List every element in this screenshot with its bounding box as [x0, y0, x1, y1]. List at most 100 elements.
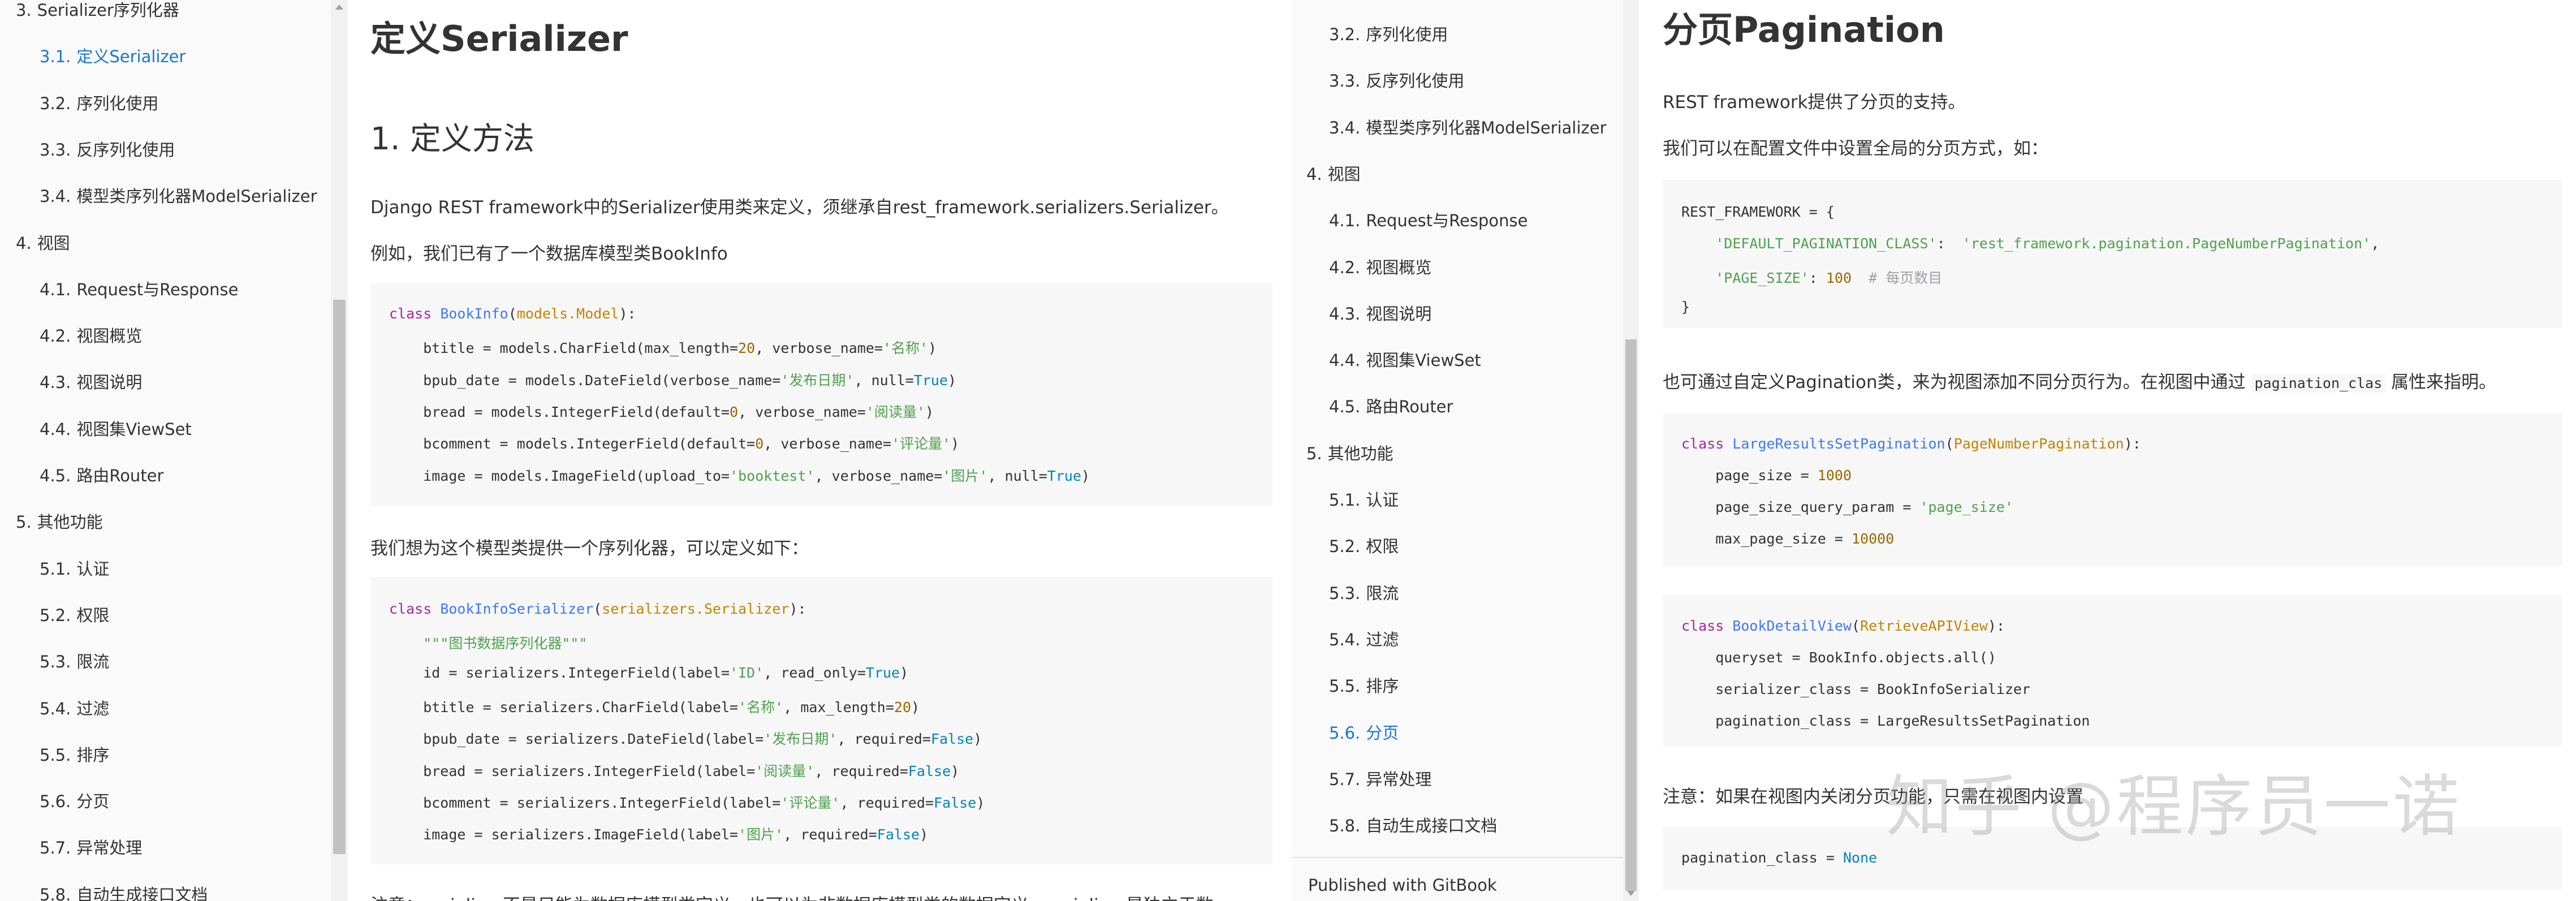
toc-item-number: 4.4. — [1329, 351, 1361, 370]
toc-item[interactable]: 4.2. 视图概览 — [40, 323, 142, 347]
toc-item-number: 3.4. — [40, 187, 71, 206]
toc-item-number: 3. — [16, 1, 32, 20]
code-line: bcomment = serializers.IntegerField(labe… — [389, 794, 985, 811]
toc-item[interactable]: 4.3. 视图说明 — [40, 369, 142, 393]
toc-item[interactable]: 5.4. 过滤 — [1329, 627, 1399, 650]
code-line: class BookDetailView(RetrieveAPIView): — [1681, 618, 2005, 634]
code-line: serializer_class = BookInfoSerializer — [1681, 681, 2031, 697]
toc-item-label: 自动生成接口文档 — [1366, 816, 1498, 836]
toc-item[interactable]: 5.3. 限流 — [40, 649, 109, 672]
toc-item[interactable]: 5. 其他功能 — [1306, 441, 1393, 464]
toc-item-label: 异常处理 — [1366, 769, 1432, 789]
code-block-rest-framework-settings: REST_FRAMEWORK = { 'DEFAULT_PAGINATION_C… — [1663, 180, 2562, 328]
toc-item[interactable]: 5. 其他功能 — [16, 509, 103, 533]
toc-item-number: 4. — [1306, 164, 1322, 184]
left-sidebar-scrollbar[interactable] — [331, 0, 348, 901]
toc-item[interactable]: 3.3. 反序列化使用 — [1329, 68, 1464, 92]
toc-item-label: 反序列化使用 — [1366, 71, 1465, 91]
scroll-up-arrow-icon[interactable] — [335, 5, 343, 10]
toc-item-number: 5.3. — [1329, 583, 1361, 603]
toc-item[interactable]: 5.1. 认证 — [40, 556, 109, 580]
code-line: bcomment = models.IntegerField(default=0… — [389, 436, 960, 452]
toc-item-number: 5.6. — [40, 792, 71, 812]
gitbook-link[interactable]: Published with GitBook — [1308, 876, 1497, 895]
toc-item-label: 分页 — [76, 792, 110, 812]
toc-item[interactable]: 4.3. 视图说明 — [1329, 301, 1431, 325]
toc-item[interactable]: 4. 视图 — [16, 230, 70, 254]
toc-item-label: 权限 — [1366, 537, 1399, 557]
toc-item[interactable]: 4.1. Request与Response — [1329, 208, 1528, 231]
toc-item[interactable]: 4.2. 视图概览 — [1329, 255, 1431, 278]
toc-item[interactable]: 3.2. 序列化使用 — [1329, 21, 1448, 45]
code-line: pagination_class = LargeResultsSetPagina… — [1681, 713, 2090, 729]
toc-item-label: 序列化使用 — [76, 93, 159, 113]
paragraph-serializer-intro: 我们想为这个模型类提供一个序列化器，可以定义如下： — [370, 538, 809, 559]
toc-item[interactable]: 3.3. 反序列化使用 — [40, 137, 175, 161]
toc-item-number: 5.8. — [40, 885, 71, 901]
custom-pagination-text-2: 属性来指明。 — [2391, 372, 2497, 393]
toc-item-number: 5.2. — [40, 605, 71, 625]
toc-item-label: 反序列化使用 — [76, 140, 175, 159]
right-sidebar-scroll-thumb[interactable] — [1625, 339, 1637, 891]
toc-item[interactable]: 3.4. 模型类序列化器ModelSerializer — [40, 183, 317, 207]
toc-item[interactable]: 5.3. 限流 — [1329, 580, 1399, 604]
toc-item[interactable]: 3.1. 定义Serializer — [40, 44, 185, 67]
toc-item[interactable]: 5.5. 排序 — [40, 742, 109, 766]
toc-item-number: 5.8. — [1329, 816, 1361, 836]
toc-item-label: 序列化使用 — [1366, 25, 1448, 44]
paragraph-intro: Django REST framework中的Serializer使用类来定义，… — [370, 197, 1229, 218]
toc-item[interactable]: 5.7. 异常处理 — [1329, 766, 1431, 790]
toc-item-label: 视图概览 — [1366, 257, 1432, 277]
toc-item-number: 4.3. — [1329, 304, 1361, 324]
toc-item[interactable]: 5.7. 异常处理 — [40, 835, 142, 859]
toc-item[interactable]: 5.6. 分页 — [40, 788, 109, 812]
scroll-down-arrow-icon[interactable] — [1627, 891, 1635, 896]
toc-item[interactable]: 5.5. 排序 — [1329, 673, 1399, 697]
toc-item-number: 4. — [16, 233, 32, 253]
paragraph-custom-pagination: 也可通过自定义Pagination类，来为视图添加不同分页行为。在视图中通过 p… — [1663, 368, 2496, 393]
toc-item[interactable]: 4.4. 视图集ViewSet — [1329, 347, 1481, 371]
toc-item[interactable]: 4.5. 路由Router — [1329, 394, 1453, 417]
toc-item[interactable]: 5.1. 认证 — [1329, 487, 1399, 511]
code-block-bookinfo-model: class BookInfo(models.Model): btitle = m… — [370, 283, 1272, 506]
toc-item[interactable]: 3.4. 模型类序列化器ModelSerializer — [1329, 115, 1607, 139]
toc-item[interactable]: 5.8. 自动生成接口文档 — [1329, 813, 1497, 837]
toc-item[interactable]: 5.8. 自动生成接口文档 — [40, 882, 208, 901]
code-line: bread = serializers.IntegerField(label='… — [389, 762, 960, 779]
toc-item[interactable]: 5.6. 分页 — [1329, 720, 1399, 744]
toc-item-number: 5.7. — [40, 838, 71, 858]
code-line: id = serializers.IntegerField(label='ID'… — [389, 664, 909, 681]
toc-item-number: 4.2. — [40, 326, 71, 346]
toc-item-label: Request与Response — [76, 279, 239, 299]
toc-item[interactable]: 4.1. Request与Response — [40, 277, 238, 300]
toc-item[interactable]: 5.2. 权限 — [40, 602, 109, 626]
toc-item[interactable]: 3. Serializer序列化器 — [16, 0, 179, 21]
toc-item-label: 异常处理 — [76, 838, 143, 858]
left-sidebar-scroll-thumb[interactable] — [333, 300, 346, 854]
code-line: bpub_date = serializers.DateField(label=… — [389, 731, 982, 748]
code-line: pagination_class = None — [1681, 850, 1878, 866]
code-block-large-results-pagination: class LargeResultsSetPagination(PageNumb… — [1663, 413, 2562, 567]
toc-item[interactable]: 4. 视图 — [1306, 161, 1361, 185]
toc-item-label: 视图说明 — [1366, 304, 1432, 324]
toc-item[interactable]: 4.4. 视图集ViewSet — [40, 416, 192, 440]
toc-item-number: 5.2. — [1329, 537, 1361, 557]
toc-item[interactable]: 4.5. 路由Router — [40, 463, 163, 486]
toc-item-label: 认证 — [76, 559, 110, 579]
toc-item[interactable]: 5.2. 权限 — [1329, 533, 1399, 557]
toc-item-label: Request与Response — [1366, 211, 1528, 231]
toc-item-number: 4.5. — [1329, 397, 1361, 417]
toc-item-number: 4.2. — [1329, 257, 1361, 277]
toc-item[interactable]: 3.2. 序列化使用 — [40, 90, 158, 114]
section-heading: 1. 定义方法 — [370, 120, 534, 157]
custom-pagination-text-1: 也可通过自定义Pagination类，来为视图添加不同分页行为。在视图中通过 — [1663, 372, 2246, 393]
toc-item[interactable]: 5.4. 过滤 — [40, 696, 109, 719]
code-line: btitle = serializers.CharField(label='名称… — [389, 699, 920, 715]
right-sidebar-scrollbar[interactable] — [1623, 0, 1639, 901]
paragraph-global-config: 我们可以在配置文件中设置全局的分页方式，如： — [1663, 139, 2048, 159]
toc-item-number: 3.2. — [40, 93, 71, 113]
paragraph-note: 注意：serializer不是只能为数据库模型类定义，也可以为非数据库模型类的数… — [370, 891, 1214, 901]
code-line: class LargeResultsSetPagination(PageNumb… — [1681, 436, 2141, 452]
toc-item-label: 视图 — [37, 233, 70, 253]
toc-item-label: 视图集ViewSet — [1366, 351, 1481, 370]
